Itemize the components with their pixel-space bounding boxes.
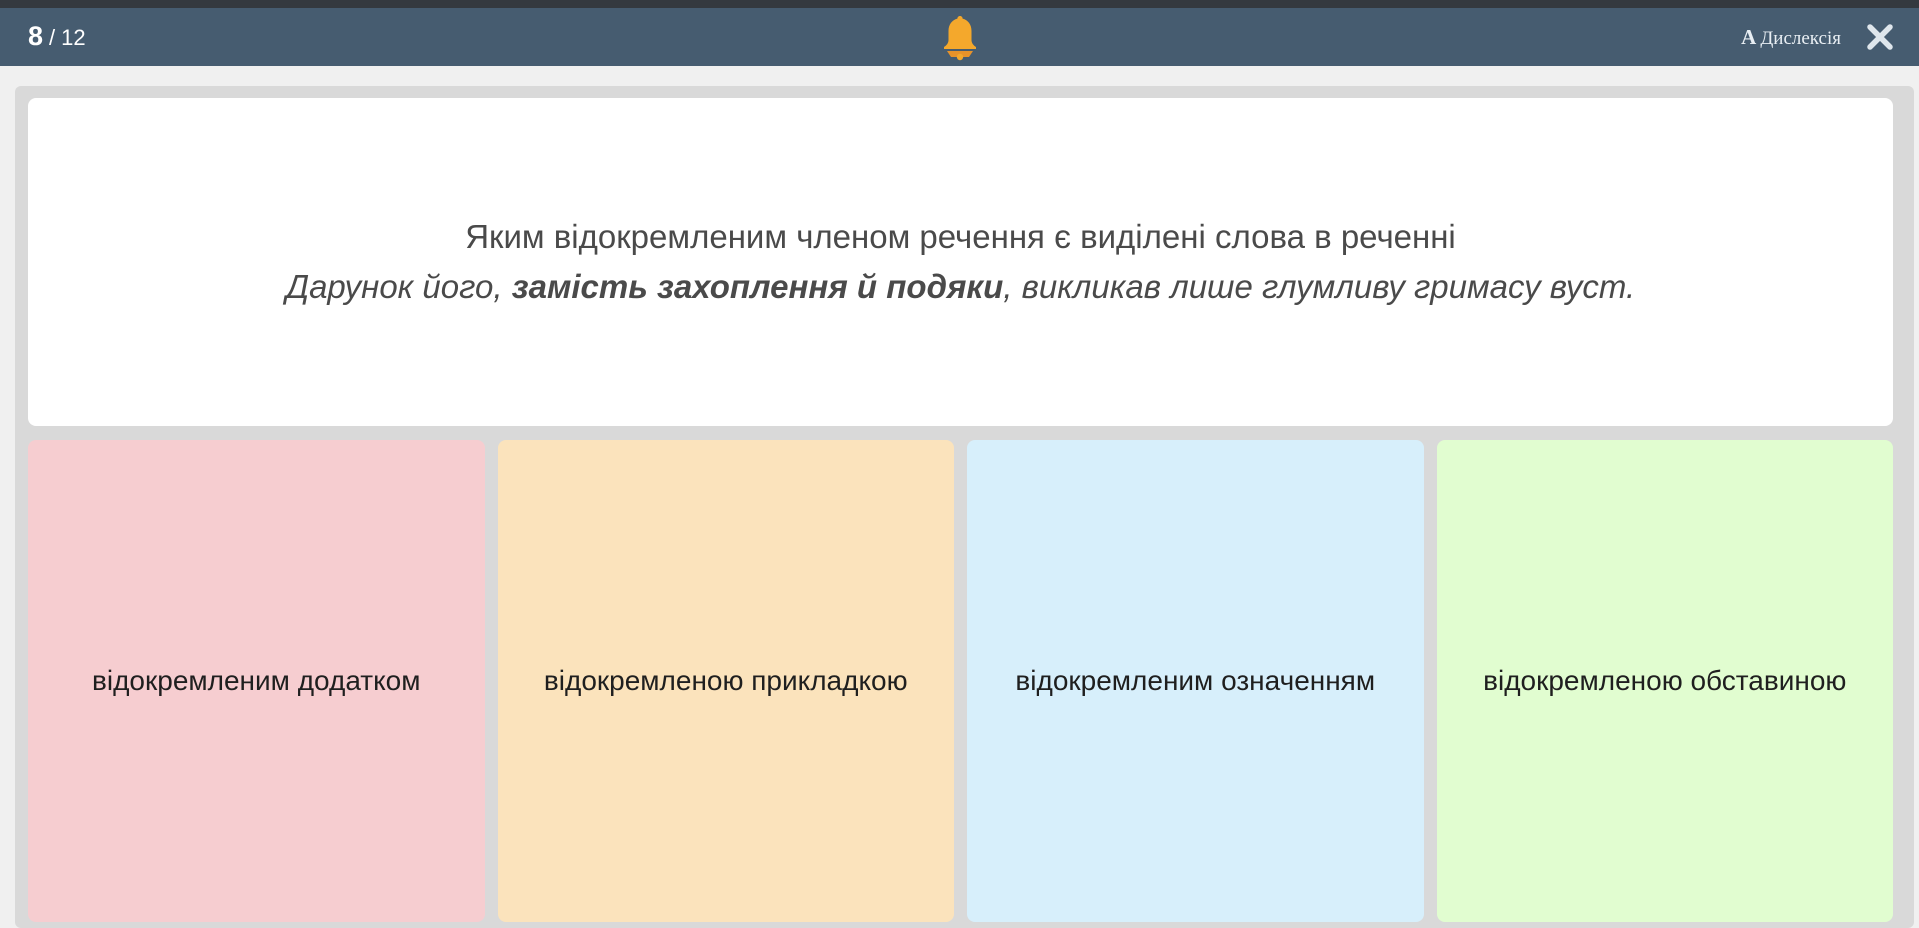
current-question-number: 8 — [28, 21, 44, 51]
question-sentence: Дарунок його, замість захоплення й подяк… — [286, 262, 1635, 312]
answer-label: відокремленим додатком — [92, 665, 421, 696]
quiz-stage: Яким відокремленим членом речення є виді… — [15, 86, 1914, 928]
counter-separator: / — [49, 25, 56, 50]
answer-label: відокремленою обставиною — [1483, 665, 1847, 696]
sentence-start: Дарунок його, — [285, 268, 512, 305]
dyslexia-toggle[interactable]: A Дислексія — [1741, 24, 1841, 50]
dyslexia-label: Дислексія — [1760, 28, 1841, 49]
answer-option-2[interactable]: відокремленою прикладкою — [497, 440, 954, 922]
dyslexia-font-icon: A — [1741, 25, 1757, 49]
answer-option-3[interactable]: відокремленим означенням — [967, 440, 1424, 922]
answer-option-1[interactable]: відокремленим додатком — [28, 440, 485, 922]
question-counter: 8 / 12 — [28, 16, 86, 56]
answer-options: відокремленим додатком відокремленою при… — [28, 440, 1893, 922]
answer-option-4[interactable]: відокремленою обставиною — [1436, 440, 1893, 922]
question-text: Яким відокремленим членом речення є виді… — [465, 218, 1456, 255]
highlighted-words: замість захоплення й подяки — [511, 268, 1004, 305]
browser-top-strip — [0, 0, 1919, 8]
close-icon[interactable] — [1865, 22, 1895, 52]
answer-label: відокремленим означенням — [1015, 665, 1376, 696]
quiz-header: 8 / 12 A Дислексія — [0, 8, 1919, 66]
question-card: Яким відокремленим членом речення є виді… — [28, 98, 1893, 426]
bell-icon[interactable] — [940, 13, 980, 61]
answer-label: відокремленою прикладкою — [543, 665, 908, 696]
sentence-end: , викликав лише глумливу гримасу вуст. — [1003, 268, 1636, 305]
total-questions: 12 — [61, 25, 86, 50]
